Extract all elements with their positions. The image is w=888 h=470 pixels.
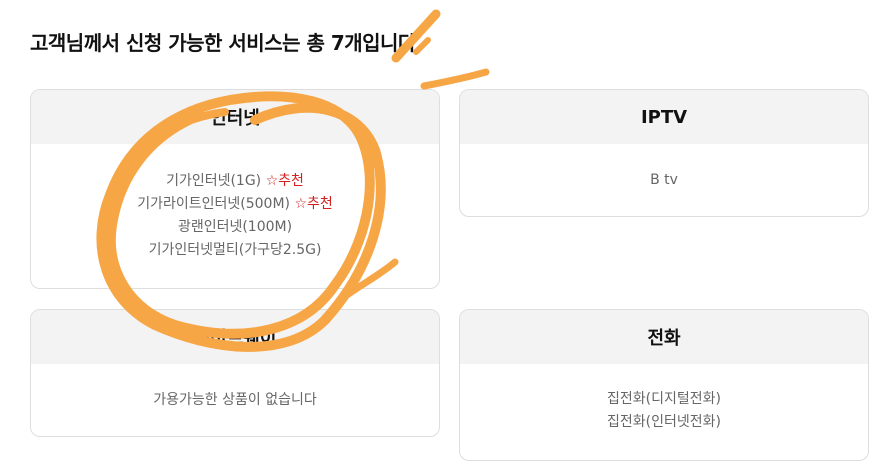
service-label: B tv [650, 172, 678, 188]
service-card-gateway: 게이트웨이 가용가능한 상품이 없습니다 [30, 309, 440, 437]
service-item-giga-internet-multi[interactable]: 기가인터넷멀티(가구당2.5G) [149, 239, 322, 262]
service-label: 기가인터넷(1G) [166, 173, 262, 189]
service-item-btv[interactable]: B tv [650, 169, 678, 192]
service-label: 가용가능한 상품이 없습니다 [153, 392, 317, 408]
card-title: 게이트웨이 [31, 310, 439, 364]
service-card-internet: 인터넷 기가인터넷(1G) ☆추천 기가라이트인터넷(500M) ☆추천 광랜인… [30, 89, 440, 289]
empty-message: 가용가능한 상품이 없습니다 [153, 389, 316, 412]
service-label: 집전화(디지털전화) [607, 391, 721, 407]
service-list: 가용가능한 상품이 없습니다 [31, 364, 439, 412]
service-card-phone: 전화 집전화(디지털전화) 집전화(인터넷전화) [459, 309, 869, 461]
service-item-lan-internet[interactable]: 광랜인터넷(100M) [178, 216, 292, 239]
card-title: IPTV [460, 90, 868, 144]
service-item-internet-phone[interactable]: 집전화(인터넷전화) [607, 411, 721, 434]
service-item-giga-lite-internet[interactable]: 기가라이트인터넷(500M) ☆추천 [137, 193, 333, 216]
card-title: 전화 [460, 310, 868, 364]
service-list: 집전화(디지털전화) 집전화(인터넷전화) [460, 364, 868, 434]
service-item-giga-internet[interactable]: 기가인터넷(1G) ☆추천 [166, 170, 304, 193]
service-label: 광랜인터넷(100M) [177, 219, 293, 235]
recommend-badge: ☆추천 [265, 173, 304, 189]
service-item-digital-phone[interactable]: 집전화(디지털전화) [607, 388, 721, 411]
service-label: 기가라이트인터넷(500M) [137, 196, 290, 212]
card-title: 인터넷 [31, 90, 439, 144]
service-card-iptv: IPTV B tv [459, 89, 869, 217]
recommend-badge: ☆추천 [294, 196, 333, 212]
service-label: 집전화(인터넷전화) [607, 414, 721, 430]
page-title: 고객님께서 신청 가능한 서비스는 총 7개입니다. [30, 31, 423, 55]
service-list: 기가인터넷(1G) ☆추천 기가라이트인터넷(500M) ☆추천 광랜인터넷(1… [31, 144, 439, 262]
service-list: B tv [460, 144, 868, 192]
service-label: 기가인터넷멀티(가구당2.5G) [148, 242, 322, 258]
